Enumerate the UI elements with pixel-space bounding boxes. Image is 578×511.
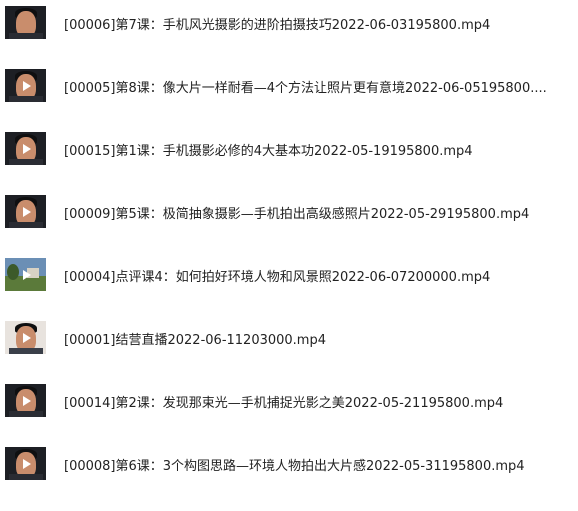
play-icon bbox=[23, 270, 31, 280]
play-icon bbox=[23, 396, 31, 406]
file-item[interactable]: [00004]点评课4：如何拍好环境人物和风景照2022-06-07200000… bbox=[0, 254, 578, 296]
play-icon bbox=[23, 81, 31, 91]
file-item[interactable]: [00015]第1课：手机摄影必修的4大基本功2022-05-19195800.… bbox=[0, 128, 578, 170]
file-item[interactable]: [00008]第6课：3个构图思路—环境人物拍出大片感2022-05-31195… bbox=[0, 443, 578, 485]
play-icon bbox=[23, 144, 31, 154]
file-name[interactable]: [00005]第8课：像大片一样耐看—4个方法让照片更有意境2022-06-05… bbox=[64, 77, 547, 96]
video-thumbnail[interactable] bbox=[5, 447, 46, 480]
video-thumbnail[interactable] bbox=[5, 258, 46, 291]
video-thumbnail[interactable] bbox=[5, 6, 46, 39]
file-item[interactable]: [00014]第2课：发现那束光—手机捕捉光影之美2022-05-2119580… bbox=[0, 380, 578, 422]
file-name[interactable]: [00008]第6课：3个构图思路—环境人物拍出大片感2022-05-31195… bbox=[64, 455, 525, 474]
file-name[interactable]: [00004]点评课4：如何拍好环境人物和风景照2022-06-07200000… bbox=[64, 266, 490, 285]
file-item[interactable]: [00005]第8课：像大片一样耐看—4个方法让照片更有意境2022-06-05… bbox=[0, 65, 578, 107]
file-name[interactable]: [00001]结营直播2022-06-11203000.mp4 bbox=[64, 329, 326, 348]
video-thumbnail[interactable] bbox=[5, 195, 46, 228]
play-icon bbox=[23, 333, 31, 343]
video-thumbnail[interactable] bbox=[5, 321, 46, 354]
video-thumbnail[interactable] bbox=[5, 69, 46, 102]
file-name[interactable]: [00006]第7课：手机风光摄影的进阶拍摄技巧2022-06-03195800… bbox=[64, 14, 490, 33]
file-name[interactable]: [00009]第5课：极简抽象摄影—手机拍出高级感照片2022-05-29195… bbox=[64, 203, 529, 222]
file-list: [00006]第7课：手机风光摄影的进阶拍摄技巧2022-06-03195800… bbox=[0, 0, 578, 511]
file-item[interactable]: [00009]第5课：极简抽象摄影—手机拍出高级感照片2022-05-29195… bbox=[0, 191, 578, 233]
file-name[interactable]: [00014]第2课：发现那束光—手机捕捉光影之美2022-05-2119580… bbox=[64, 392, 503, 411]
video-thumbnail[interactable] bbox=[5, 384, 46, 417]
video-thumbnail[interactable] bbox=[5, 132, 46, 165]
file-item[interactable]: [00001]结营直播2022-06-11203000.mp4 bbox=[0, 317, 578, 359]
play-icon bbox=[23, 207, 31, 217]
file-name[interactable]: [00015]第1课：手机摄影必修的4大基本功2022-05-19195800.… bbox=[64, 140, 473, 159]
file-item[interactable]: [00006]第7课：手机风光摄影的进阶拍摄技巧2022-06-03195800… bbox=[0, 2, 578, 44]
play-icon bbox=[23, 459, 31, 469]
